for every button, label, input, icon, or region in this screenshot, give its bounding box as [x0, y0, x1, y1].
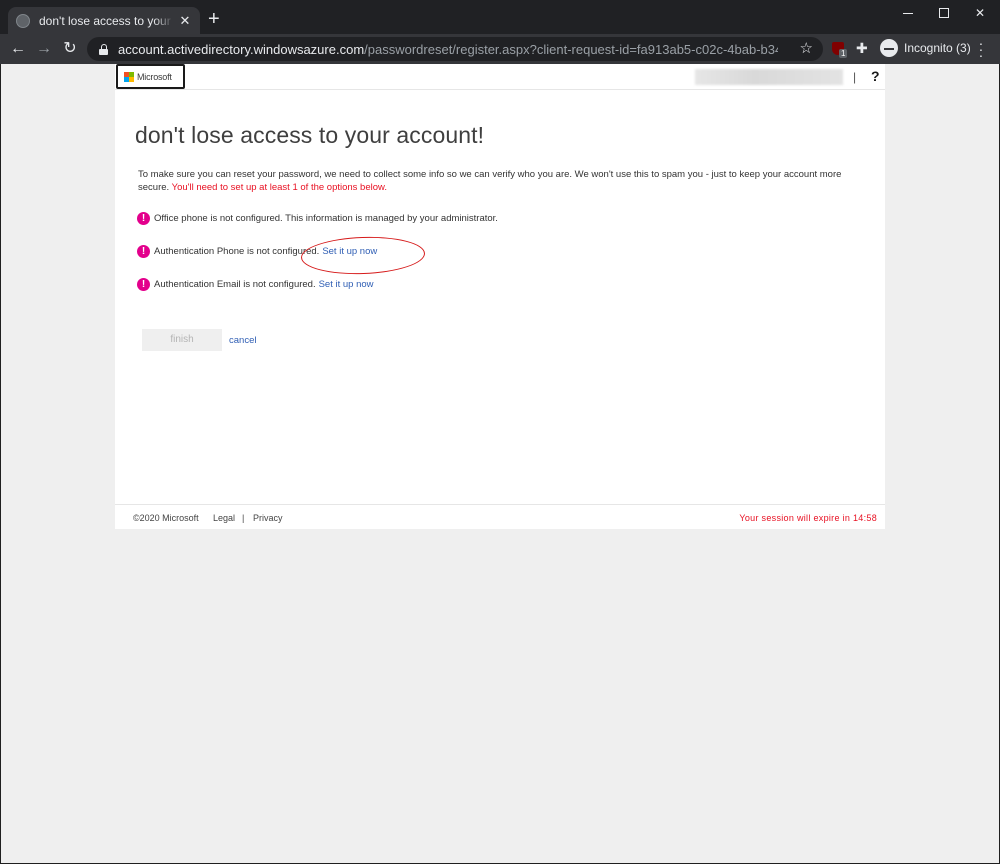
- header-separator: |: [853, 70, 857, 84]
- close-tab-icon[interactable]: ✕: [178, 13, 192, 29]
- status-text: Authentication Email is not configured.: [154, 279, 316, 290]
- url-path: /passwordreset/register.aspx?client-requ…: [364, 41, 778, 57]
- forward-arrow-icon[interactable]: →: [34, 39, 54, 59]
- minimize-icon: [903, 12, 913, 14]
- browser-tab[interactable]: don't lose access to your account! ✕: [8, 7, 200, 34]
- reload-icon[interactable]: ↻: [60, 39, 80, 59]
- globe-icon: [16, 13, 30, 28]
- footer-divider: [115, 504, 885, 505]
- url-text[interactable]: account.activedirectory.windowsazure.com…: [118, 42, 778, 57]
- blurred-user-name: [695, 69, 843, 85]
- browser-titlebar: don't lose access to your account! ✕ + ✕: [0, 0, 1000, 34]
- footer-copyright: ©2020 Microsoft: [133, 513, 199, 523]
- back-arrow-icon[interactable]: ←: [8, 39, 28, 59]
- microsoft-logo-icon: [124, 71, 134, 82]
- bookmark-star-icon[interactable]: ☆: [800, 39, 813, 57]
- header-divider: [115, 89, 885, 90]
- browser-toolbar: ← → ↻ account.activedirectory.windowsazu…: [0, 34, 1000, 64]
- address-bar[interactable]: account.activedirectory.windowsazure.com…: [87, 37, 823, 61]
- footer-privacy-link[interactable]: Privacy: [253, 513, 283, 523]
- microsoft-logo[interactable]: Microsoft: [116, 64, 185, 89]
- close-icon: ✕: [974, 6, 986, 20]
- alert-icon: !: [137, 278, 150, 291]
- close-window-button[interactable]: ✕: [956, 0, 1000, 26]
- alert-icon: !: [137, 245, 150, 258]
- intro-required-note: You'll need to set up at least 1 of the …: [171, 182, 387, 193]
- auth-email-status: ! Authentication Email is not configured…: [137, 278, 374, 291]
- incognito-button[interactable]: Incognito (3): [880, 39, 971, 57]
- intro-text: To make sure you can reset your password…: [138, 168, 868, 194]
- incognito-icon: [880, 39, 898, 57]
- registration-card: Microsoft | ? don't lose access to your …: [115, 64, 885, 529]
- office-phone-status: ! Office phone is not configured. This i…: [137, 212, 498, 225]
- annotation-circle: [300, 234, 426, 277]
- finish-button[interactable]: finish: [142, 329, 222, 351]
- extensions-puzzle-icon[interactable]: ✚: [856, 40, 868, 57]
- tab-title: don't lose access to your account!: [39, 13, 174, 28]
- footer-separator: |: [242, 513, 245, 523]
- page-viewport: Microsoft | ? don't lose access to your …: [1, 64, 999, 863]
- setup-email-link[interactable]: Set it up now: [319, 279, 374, 290]
- maximize-icon: [939, 8, 949, 18]
- alert-icon: !: [137, 212, 150, 225]
- cancel-link[interactable]: cancel: [229, 335, 256, 346]
- new-tab-button[interactable]: +: [208, 9, 220, 29]
- url-host: account.activedirectory.windowsazure.com: [118, 41, 365, 57]
- browser-menu-icon[interactable]: · · ·: [978, 36, 984, 62]
- session-timer: Your session will expire in 14:58: [739, 513, 877, 523]
- footer-legal-link[interactable]: Legal: [213, 513, 235, 523]
- logo-text: Microsoft: [137, 71, 172, 82]
- extension-badge: 1: [839, 49, 848, 58]
- page-title: don't lose access to your account!: [135, 122, 485, 148]
- status-text: Office phone is not configured. This inf…: [154, 213, 498, 224]
- incognito-label: Incognito (3): [904, 41, 971, 55]
- lock-icon[interactable]: [99, 43, 108, 55]
- help-button[interactable]: ?: [871, 68, 880, 84]
- status-text: Authentication Phone is not configured.: [154, 246, 320, 257]
